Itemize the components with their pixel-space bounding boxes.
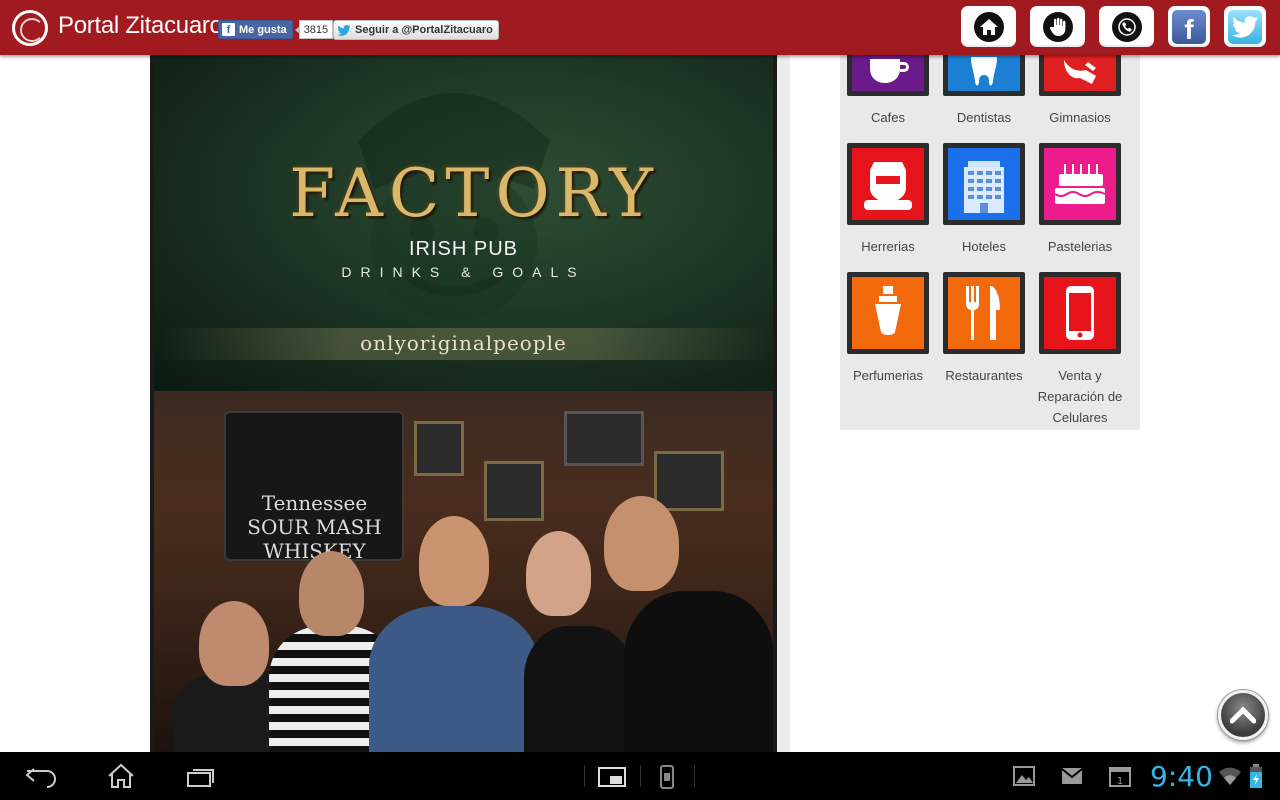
facebook-like-label: Me gusta	[239, 23, 287, 36]
factory-logo-text: FACTORY	[289, 155, 659, 232]
twitter-follow-label: Seguir a @PortalZitacuaro	[355, 24, 493, 36]
contact-button[interactable]	[1099, 6, 1154, 47]
header-nav-icons: f	[961, 6, 1266, 47]
portal-logo-icon[interactable]	[12, 10, 48, 46]
person-body	[524, 626, 634, 752]
category-tile	[943, 143, 1025, 225]
top-header-bar: Portal Zitacuaro f Me gusta 3815 Seguir …	[0, 0, 1280, 55]
svg-text:1: 1	[1117, 776, 1123, 787]
pub-group-photo: Tennessee SOUR MASH WHISKEY	[154, 391, 773, 752]
category-pastelerias[interactable]: Pastelerias	[1032, 143, 1128, 257]
twitter-bird-icon	[337, 24, 351, 36]
category-label: Herrerias	[861, 239, 915, 254]
welder-mask-icon	[852, 148, 924, 220]
person-face	[526, 531, 591, 616]
facebook-like-count: 3815	[294, 20, 334, 39]
category-tile	[1039, 272, 1121, 354]
wifi-icon[interactable]	[1218, 766, 1242, 786]
screenshot-icon[interactable]	[598, 767, 626, 787]
category-restaurantes[interactable]: Restaurantes	[936, 272, 1032, 386]
mail-notification-icon[interactable]	[1061, 767, 1083, 785]
category-tile	[943, 272, 1025, 354]
category-label: Dentistas	[956, 110, 1012, 125]
divider	[584, 765, 585, 787]
divider	[640, 765, 641, 787]
category-hoteles[interactable]: Hoteles	[936, 143, 1032, 257]
coffee-cup-icon	[852, 55, 924, 91]
home-icon	[973, 11, 1004, 42]
cake-icon	[1044, 148, 1116, 220]
category-gimnasios[interactable]: Gimnasios	[1032, 55, 1128, 128]
tooth-icon	[948, 55, 1020, 91]
poster-logo-section: FACTORY IRISH PUB DRINKS & GOALS onlyori…	[154, 55, 773, 391]
category-label: Restaurantes	[945, 368, 1023, 383]
category-panel: Cafes Dentistas Gimnasios Herrerias Hote…	[840, 55, 1140, 430]
hotel-building-icon	[948, 148, 1020, 220]
calendar-notification-icon[interactable]: 1	[1109, 765, 1131, 787]
category-tile	[847, 272, 929, 354]
android-notification-icon[interactable]	[660, 765, 674, 789]
category-label: Hoteles	[961, 239, 1007, 254]
hand-icon	[1042, 11, 1073, 42]
facebook-icon: f	[1172, 9, 1206, 44]
home-nav-icon[interactable]	[106, 763, 136, 789]
category-celulares[interactable]: Venta y Reparación de Celulares	[1032, 272, 1128, 428]
category-tile	[847, 143, 929, 225]
battery-icon[interactable]	[1250, 764, 1262, 788]
irish-pub-text: IRISH PUB	[408, 238, 519, 260]
twitter-icon	[1228, 9, 1262, 44]
gym-icon	[1044, 55, 1116, 91]
gallery-notification-icon[interactable]	[1013, 766, 1035, 786]
slogan-text: onlyoriginalpeople	[360, 331, 567, 355]
home-button[interactable]	[961, 6, 1016, 47]
back-icon[interactable]	[24, 766, 58, 788]
site-title[interactable]: Portal Zitacuaro	[58, 12, 223, 40]
wall-frame	[654, 451, 724, 511]
wall-frame	[564, 411, 644, 466]
category-perfumerias[interactable]: Perfumerias	[840, 272, 936, 386]
phone-icon	[1111, 11, 1142, 42]
scroll-to-top-button[interactable]	[1218, 690, 1268, 740]
category-tile	[1039, 143, 1121, 225]
twitter-button[interactable]	[1224, 6, 1266, 47]
category-tile	[1039, 55, 1121, 96]
category-label: Venta y Reparación de Celulares	[1037, 368, 1123, 425]
person-face	[419, 516, 489, 606]
whiskey-sign-text: Tennessee SOUR MASH WHISKEY	[247, 491, 382, 563]
poster-scroll-track	[777, 55, 790, 752]
twitter-follow-button[interactable]: Seguir a @PortalZitacuaro	[333, 20, 499, 40]
person-face	[199, 601, 269, 686]
drinks-goals-text: DRINKS & GOALS	[341, 264, 586, 280]
person-face	[604, 496, 679, 591]
perfume-icon	[852, 277, 924, 349]
category-tile	[943, 55, 1025, 96]
recent-apps-icon[interactable]	[186, 766, 216, 788]
category-label: Perfumerias	[852, 368, 924, 383]
wall-frame	[414, 421, 464, 476]
category-dentistas[interactable]: Dentistas	[936, 55, 1032, 128]
facebook-button[interactable]: f	[1168, 6, 1210, 47]
fork-knife-icon	[948, 277, 1020, 349]
cellphone-icon	[1044, 277, 1116, 349]
wall-frame	[484, 461, 544, 521]
category-label: Cafes	[871, 110, 905, 125]
person-face	[299, 551, 364, 636]
category-herrerias[interactable]: Herrerias	[840, 143, 936, 257]
category-label: Gimnasios	[1049, 110, 1111, 125]
person-body	[369, 606, 539, 752]
system-clock[interactable]: 9:40	[1150, 760, 1213, 793]
category-cafes[interactable]: Cafes	[840, 55, 936, 128]
person-body	[624, 591, 773, 752]
divider	[694, 765, 695, 787]
category-label: Pastelerias	[1047, 239, 1113, 254]
facebook-like-button[interactable]: f Me gusta	[218, 20, 293, 39]
facebook-like-widget[interactable]: f Me gusta 3815	[218, 20, 334, 39]
android-system-bar: 1 9:40	[0, 752, 1280, 800]
facebook-f-icon: f	[222, 23, 235, 36]
factory-pub-poster[interactable]: FACTORY IRISH PUB DRINKS & GOALS onlyori…	[150, 55, 777, 752]
about-button[interactable]	[1030, 6, 1085, 47]
chevron-up-icon	[1230, 706, 1256, 724]
category-tile	[847, 55, 929, 96]
